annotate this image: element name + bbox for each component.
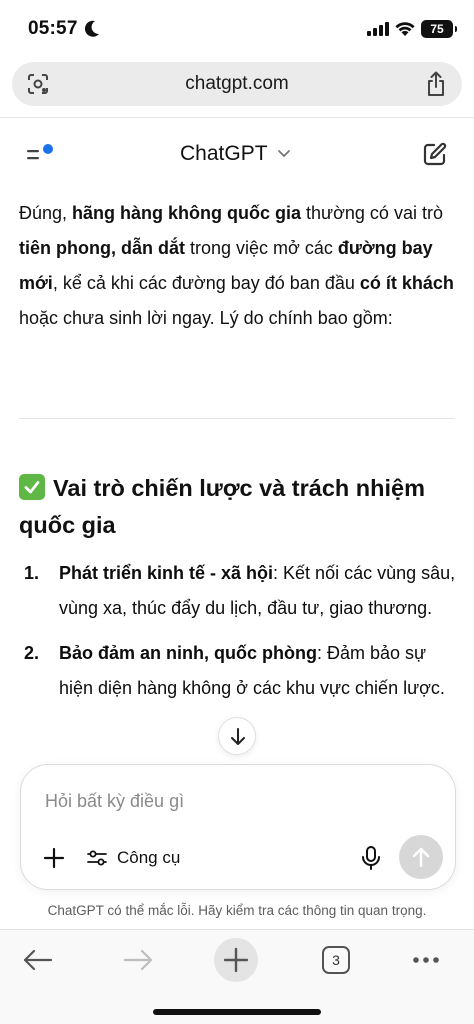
url-text[interactable]: chatgpt.com xyxy=(12,73,462,95)
chevron-down-icon[interactable] xyxy=(277,149,291,159)
home-indicator xyxy=(153,1009,321,1015)
more-icon xyxy=(413,957,439,963)
menu-icon[interactable] xyxy=(24,142,56,166)
list-item-title: Phát triển kinh tế - xã hội xyxy=(59,563,274,583)
paragraph-text: , kể cả khi các đường bay đó ban đầu xyxy=(52,273,360,293)
disclaimer: ChatGPT có thể mắc lỗi. Hãy kiểm tra các… xyxy=(47,903,427,918)
share-icon[interactable] xyxy=(424,71,448,97)
paragraph-text: hoặc chưa sinh lời ngay. Lý do chính bao… xyxy=(19,308,393,328)
new-tab-button[interactable] xyxy=(214,938,258,982)
tools-label: Công cụ xyxy=(117,848,181,867)
new-tab-icon xyxy=(223,947,249,973)
list-number: 2. xyxy=(24,643,40,663)
list-item-title: Bảo đảm an ninh, quốc phòng xyxy=(59,643,317,663)
emphasis-text: hãng hàng không quốc gia xyxy=(72,203,302,223)
status-bar: 05:57 75 xyxy=(0,0,474,58)
chat-header: ChatGPT xyxy=(0,118,474,190)
battery-indicator: 75 xyxy=(421,20,457,38)
section-heading: Vai trò chiến lược và trách nhiệm quốc g… xyxy=(19,470,459,544)
send-icon xyxy=(412,847,430,868)
mic-icon[interactable] xyxy=(361,845,381,871)
status-time: 05:57 xyxy=(28,18,78,39)
back-icon xyxy=(23,949,53,971)
check-icon xyxy=(19,474,45,500)
list-item: 1. Phát triển kinh tế - xã hội: Kết nối c… xyxy=(19,556,459,626)
send-button[interactable] xyxy=(399,835,443,879)
forward-icon xyxy=(123,949,153,971)
paragraph-text: thường có vai trò xyxy=(301,203,443,223)
more-button[interactable] xyxy=(404,938,448,982)
back-button[interactable] xyxy=(16,938,60,982)
wifi-icon xyxy=(395,22,415,36)
paragraph-text: Đúng, xyxy=(19,203,73,223)
edit-icon[interactable] xyxy=(422,141,448,167)
browser-toolbar: 3 xyxy=(0,929,474,1024)
signal-icon xyxy=(367,22,389,36)
tab-count: 3 xyxy=(322,946,350,974)
section-heading-text: Vai trò chiến lược và trách nhiệm quốc g… xyxy=(19,475,425,538)
list-item: 2. Bảo đảm an ninh, quốc phòng: Đảm bảo s… xyxy=(19,636,459,706)
scroll-to-bottom-button[interactable] xyxy=(218,717,256,755)
address-bar[interactable]: chatgpt.com xyxy=(12,62,462,106)
forward-button[interactable] xyxy=(116,938,160,982)
list-number: 1. xyxy=(24,563,40,583)
assistant-message: Đúng, hãng hàng không quốc gia thường có… xyxy=(19,196,459,698)
moon-icon xyxy=(84,20,99,37)
numbered-list: 1. Phát triển kinh tế - xã hội: Kết nối c… xyxy=(19,556,459,716)
emphasis-text: tiên phong, dẫn dắt xyxy=(19,238,185,258)
emphasis-text: có ít khách xyxy=(359,273,454,293)
divider xyxy=(19,418,455,419)
arrow-down-icon xyxy=(231,728,245,745)
model-selector[interactable]: ChatGPT xyxy=(180,142,268,166)
tab-switcher-button[interactable]: 3 xyxy=(314,938,358,982)
composer: Công cụ xyxy=(20,764,456,890)
prompt-input[interactable] xyxy=(45,791,425,812)
plus-icon[interactable] xyxy=(43,847,65,869)
paragraph-text: trong việc mở các xyxy=(184,238,338,258)
message-paragraph: Đúng, hãng hàng không quốc gia thường có… xyxy=(19,196,459,336)
tools-icon xyxy=(87,850,107,866)
